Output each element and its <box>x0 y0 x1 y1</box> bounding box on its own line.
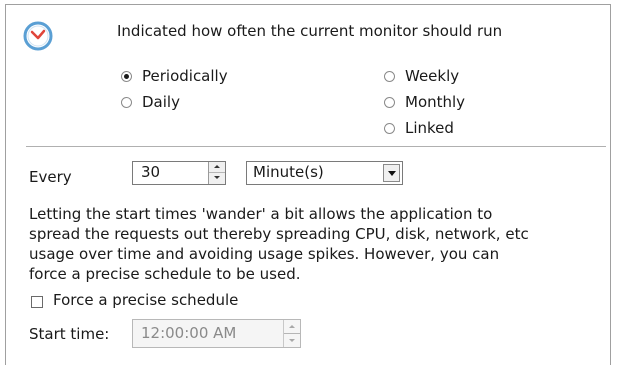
wander-line: Letting the start times 'wander' a bit a… <box>29 205 493 223</box>
panel-border <box>5 4 611 5</box>
monitor-frequency-description: Indicated how often the current monitor … <box>117 22 503 40</box>
interval-value[interactable]: 30 <box>141 163 160 181</box>
daily-label[interactable]: Daily <box>142 93 180 111</box>
wander-line: usage over time and avoiding usage spike… <box>29 245 500 263</box>
interval-decrement-button[interactable] <box>209 173 225 184</box>
wander-line: spread the requests out thereby spreadin… <box>29 225 529 243</box>
panel-border-left <box>5 4 6 365</box>
weekly-radio[interactable] <box>384 71 395 82</box>
start-time-field[interactable]: 12:00:00 AM <box>132 319 301 348</box>
section-divider <box>26 146 606 147</box>
start-time-increment-button[interactable] <box>284 320 300 334</box>
wander-explanation: Letting the start times 'wander' a bit a… <box>29 204 609 284</box>
interval-unit-select[interactable]: Minute(s) <box>246 161 403 185</box>
clock-icon <box>23 21 53 51</box>
linked-radio[interactable] <box>384 123 395 134</box>
wander-line: force a precise schedule to be used. <box>29 265 301 283</box>
start-time-value: 12:00:00 AM <box>141 324 237 342</box>
weekly-label[interactable]: Weekly <box>405 67 459 85</box>
linked-label[interactable]: Linked <box>405 119 454 137</box>
up-arrow-icon <box>289 325 295 328</box>
dropdown-button[interactable] <box>383 164 400 182</box>
down-arrow-icon <box>214 176 220 179</box>
interval-increment-button[interactable] <box>209 162 225 173</box>
periodically-label[interactable]: Periodically <box>142 67 228 85</box>
monthly-radio[interactable] <box>384 97 395 108</box>
periodically-radio[interactable] <box>121 71 132 82</box>
force-precise-schedule-label[interactable]: Force a precise schedule <box>53 291 238 309</box>
down-arrow-icon <box>289 338 295 342</box>
start-time-decrement-button[interactable] <box>284 334 300 348</box>
chevron-down-icon <box>388 171 396 176</box>
interval-stepper-buttons <box>208 162 225 184</box>
start-time-stepper-buttons <box>283 320 300 347</box>
daily-radio[interactable] <box>121 97 132 108</box>
interval-stepper[interactable]: 30 <box>132 161 226 185</box>
interval-unit-value: Minute(s) <box>253 163 324 181</box>
panel-border-right <box>610 4 611 365</box>
force-precise-schedule-checkbox[interactable] <box>31 296 43 308</box>
monthly-label[interactable]: Monthly <box>405 93 465 111</box>
every-label: Every <box>29 168 72 186</box>
start-time-label: Start time: <box>29 325 110 343</box>
up-arrow-icon <box>214 165 220 168</box>
